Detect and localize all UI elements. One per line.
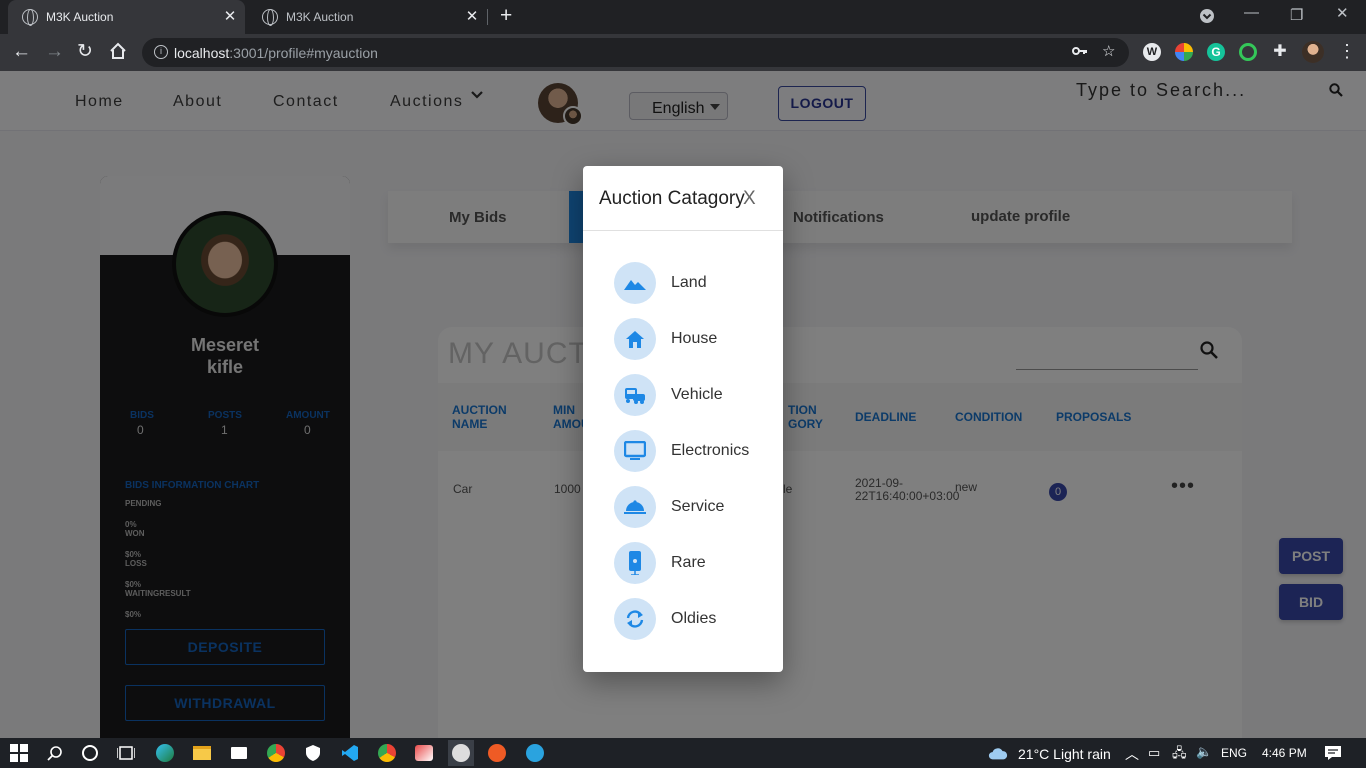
cortana-icon[interactable]	[80, 743, 100, 763]
postman-icon[interactable]	[487, 743, 507, 763]
input-language[interactable]: ENG	[1221, 746, 1247, 760]
task-view-icon[interactable]	[116, 743, 136, 763]
browser-tab-bar: M3K Auction ✕ M3K Auction ✕ + — ❐ ✕	[0, 0, 1366, 34]
tab-title: M3K Auction	[286, 10, 354, 24]
refresh-icon	[614, 598, 656, 640]
category-label: Electronics	[671, 442, 750, 459]
web-page: Home About Contact Auctions English LOGO…	[0, 71, 1366, 738]
tab-title: M3K Auction	[46, 10, 114, 24]
windows-taskbar: 21°C Light rain ︿ ▭ 🖧 🔈 ENG 4:46 PM	[0, 738, 1366, 768]
tab-search-icon[interactable]	[1199, 8, 1215, 28]
chrome-profile-icon[interactable]	[377, 743, 397, 763]
minimize-icon[interactable]: —	[1244, 4, 1259, 21]
close-tab-icon[interactable]: ✕	[463, 8, 481, 26]
back-icon[interactable]: ←	[12, 41, 31, 63]
clock-time[interactable]: 4:46 PM	[1262, 746, 1307, 760]
category-rare[interactable]: Rare	[614, 542, 774, 584]
address-bar[interactable]: i localhost:3001/profile#myauction ☆	[142, 38, 1129, 67]
extension-w-icon[interactable]: W	[1143, 43, 1161, 61]
action-center-icon[interactable]	[1323, 743, 1343, 763]
site-info-icon[interactable]: i	[154, 45, 168, 59]
service-bell-icon	[614, 486, 656, 528]
reload-icon[interactable]: ↻	[77, 41, 93, 63]
chevron-up-icon[interactable]: ︿	[1125, 744, 1139, 764]
weather-text[interactable]: 21°C Light rain	[1018, 746, 1111, 762]
modal-title: Auction Catagory	[599, 188, 745, 209]
category-service[interactable]: Service	[614, 486, 774, 528]
browser-tab-active[interactable]: M3K Auction ✕	[8, 0, 245, 34]
auction-category-modal: Auction Catagory X Land House Vehicle El…	[583, 166, 783, 672]
extension-circle-icon[interactable]	[1239, 43, 1257, 61]
weather-cloud-icon[interactable]	[988, 743, 1008, 763]
profile-avatar-icon[interactable]	[1302, 41, 1324, 63]
vehicle-icon	[614, 374, 656, 416]
file-explorer-icon[interactable]	[192, 743, 212, 763]
category-label: House	[671, 330, 718, 347]
close-tab-icon[interactable]: ✕	[221, 8, 239, 26]
landscape-icon	[614, 262, 656, 304]
category-label: Service	[671, 498, 725, 515]
monitor-icon	[614, 430, 656, 472]
category-house[interactable]: House	[614, 318, 774, 360]
category-label: Oldies	[671, 610, 717, 627]
url-text: localhost:3001/profile#myauction	[174, 45, 378, 61]
windows-start-icon[interactable]	[9, 743, 29, 763]
close-icon[interactable]: X	[743, 188, 756, 210]
key-icon[interactable]	[1072, 44, 1088, 61]
grammarly-icon[interactable]: G	[1207, 43, 1225, 61]
restore-icon[interactable]: ❐	[1290, 6, 1303, 24]
category-label: Vehicle	[671, 386, 723, 403]
bookmark-star-icon[interactable]: ☆	[1102, 42, 1115, 60]
browser-toolbar: ← → ↻ i localhost:3001/profile#myauction…	[0, 34, 1366, 71]
forward-icon[interactable]: →	[45, 41, 64, 63]
menu-kebab-icon[interactable]: ⋮	[1338, 40, 1356, 62]
search-icon[interactable]	[45, 743, 65, 763]
globe-icon	[262, 9, 278, 26]
security-shield-icon[interactable]	[303, 743, 323, 763]
mail-icon[interactable]	[229, 743, 249, 763]
extensions-puzzle-icon[interactable]: ✚	[1271, 43, 1289, 61]
close-window-icon[interactable]: ✕	[1336, 4, 1349, 22]
tab-separator	[487, 9, 488, 25]
telegram-icon[interactable]	[525, 743, 545, 763]
category-label: Rare	[671, 554, 706, 571]
chrome-icon[interactable]	[266, 743, 286, 763]
app-active-icon[interactable]	[448, 740, 474, 766]
home-icon[interactable]	[109, 42, 127, 66]
extension-color-icon[interactable]	[1175, 43, 1193, 61]
category-label: Land	[671, 274, 707, 291]
house-icon	[614, 318, 656, 360]
globe-icon	[22, 9, 38, 26]
network-icon[interactable]: 🖧	[1172, 744, 1187, 766]
edge-icon[interactable]	[155, 743, 175, 763]
phone-icon	[614, 542, 656, 584]
category-vehicle[interactable]: Vehicle	[614, 374, 774, 416]
modal-divider	[583, 230, 783, 231]
category-oldies[interactable]: Oldies	[614, 598, 774, 640]
vscode-icon[interactable]	[340, 743, 360, 763]
app-icon[interactable]	[414, 743, 434, 763]
browser-tab-inactive[interactable]: M3K Auction ✕	[250, 0, 487, 34]
new-tab-icon[interactable]: +	[500, 5, 512, 27]
category-electronics[interactable]: Electronics	[614, 430, 774, 472]
battery-icon[interactable]: ▭	[1148, 745, 1160, 761]
category-land[interactable]: Land	[614, 262, 774, 304]
volume-icon[interactable]: 🔈	[1196, 744, 1212, 760]
